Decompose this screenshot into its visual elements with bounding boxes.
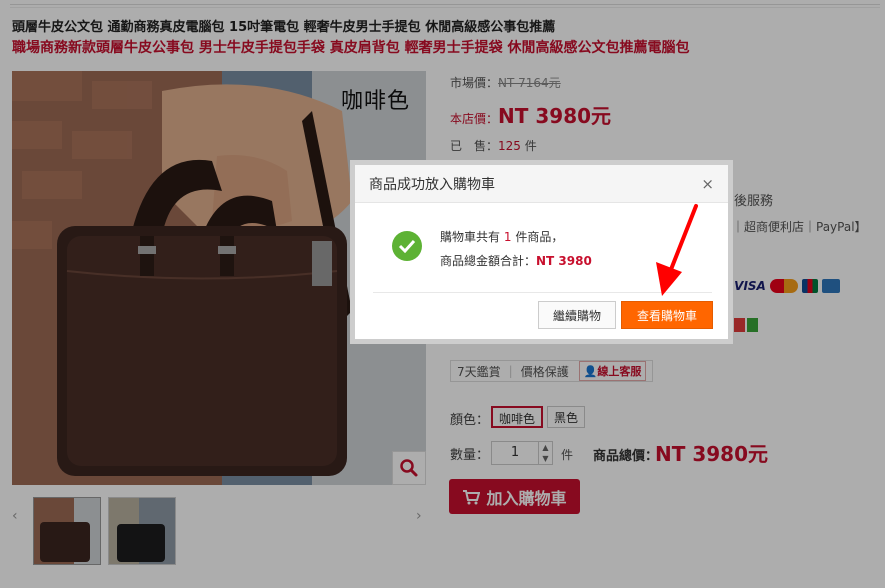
cart-count-value: 1	[503, 230, 512, 244]
cart-count-message: 購物車共有 1 件商品，	[440, 228, 563, 245]
cart-total-message: 商品總金額合計：NT 3980	[440, 252, 592, 269]
continue-shopping-button[interactable]: 繼續購物	[538, 301, 616, 329]
dialog-title: 商品成功放入購物車	[369, 176, 495, 193]
success-check-icon	[392, 231, 422, 261]
view-cart-button[interactable]: 查看購物車	[621, 301, 713, 329]
cart-count-prefix: 購物車共有	[440, 230, 501, 244]
red-arrow-annotation	[656, 204, 698, 296]
cart-total-value: NT 3980	[536, 254, 592, 268]
dialog-header: 商品成功放入購物車 ×	[355, 165, 728, 203]
close-icon[interactable]: ×	[701, 175, 714, 193]
product-page: 頭層牛皮公文包 通勤商務真皮電腦包 15吋筆電包 輕奢牛皮男士手提包 休閒高級感…	[0, 0, 885, 588]
cart-count-suffix: 件商品，	[515, 230, 564, 244]
cart-total-label: 商品總金額合計：	[440, 254, 537, 268]
